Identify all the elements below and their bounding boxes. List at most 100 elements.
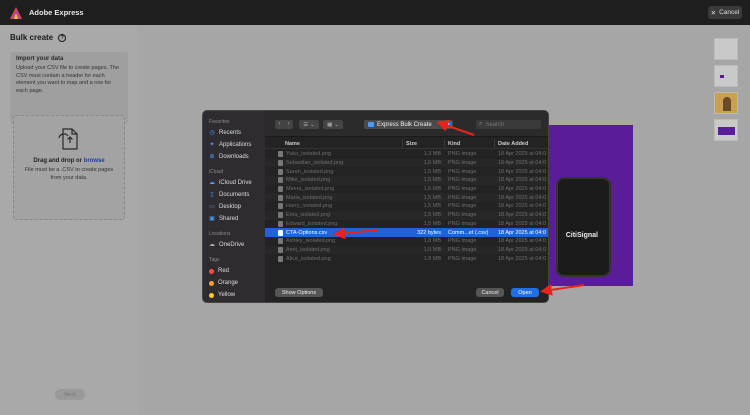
file-row[interactable]: Sebastian_isolated.png 1,6 MB PNG image 18 … <box>265 158 548 168</box>
file-date-added: 18 Apr 2025 at 04:0 <box>498 220 547 227</box>
sidebar-section-favorites: Favorites <box>209 119 230 125</box>
sidebar-tag-red[interactable]: Red <box>209 265 265 277</box>
file-row[interactable]: Yuko_isolated.png 1,3 MB PNG image 18 Apr 2… <box>265 150 548 159</box>
file-kind: PNG image <box>448 238 477 245</box>
file-size: 1,3 MB <box>423 151 441 158</box>
file-row[interactable]: Ashley_isolated.png 1,8 MB PNG image 18 Apr… <box>265 237 548 246</box>
file-row[interactable]: Mike_isolated.png 1,5 MB PNG image 18 Apr 2… <box>265 176 548 185</box>
file-size: 1,6 MB <box>423 186 441 193</box>
phone-graphic <box>556 177 611 277</box>
sidebar-item-recents[interactable]: ◷ Recents <box>209 127 265 139</box>
sidebar-item-label: Yellow <box>218 292 236 298</box>
drop-requirements: File must be a .CSV to create pages from… <box>24 167 114 181</box>
file-icon <box>278 203 283 210</box>
column-size[interactable]: Size <box>403 139 445 148</box>
grid-icon: ▦ <box>327 121 333 128</box>
tag-color-dot <box>209 280 214 286</box>
back-button[interactable]: ‹ <box>275 120 284 129</box>
search-field[interactable]: ⌕ <box>476 120 541 129</box>
file-size: 1,5 MB <box>423 194 441 201</box>
file-name-cell: Harry_isolated.png <box>265 203 403 210</box>
file-icon <box>278 160 283 167</box>
file-kind: PNG image <box>448 160 477 167</box>
file-row[interactable]: Ema_isolated.png 1,5 MB PNG image 18 Apr 20… <box>265 210 548 220</box>
open-button[interactable]: Open <box>511 288 539 297</box>
sidebar-item-icloud-drive[interactable]: ☁ iCloud Drive <box>209 177 265 189</box>
sidebar-tag-orange[interactable]: Orange <box>209 277 265 289</box>
sidebar-section-icloud: iCloud <box>209 169 224 175</box>
list-view-button[interactable]: ☰ ⌄ <box>299 120 319 129</box>
page-thumbnail[interactable] <box>714 119 738 141</box>
dialog-file-browser: ‹ › ☰⌄ ▦⌄ Express Bulk Create ⇕ ⌕ Name S… <box>265 111 548 302</box>
column-name[interactable]: Name <box>265 139 403 148</box>
adobe-express-logo-icon <box>10 6 22 19</box>
cancel-bulk-label: Cancel <box>719 9 740 16</box>
sidebar-item-downloads[interactable]: ⊕ Downloads <box>209 151 265 163</box>
browse-link[interactable]: browse <box>84 158 105 164</box>
help-icon[interactable]: ? <box>58 33 67 42</box>
gallery-view-button[interactable]: ▦ ⌄ <box>323 120 343 129</box>
dialog-toolbar: ‹ › ☰ ⌄ ▦ ⌄ Express Bulk Create ⇕ ⌕ <box>265 111 548 137</box>
file-row[interactable]: Alice_isolated.png 1,8 MB PNG image 18 Apr … <box>265 254 548 263</box>
file-open-dialog: Favorites ◷ Recents ✦ Applications ⊕ Downlo… <box>202 110 549 303</box>
file-name-cell: Mike_isolated.png <box>265 177 403 184</box>
location-dropdown[interactable]: Express Bulk Create ⇕ <box>364 120 453 129</box>
file-kind: PNG image <box>448 246 477 253</box>
file-icon <box>278 194 283 201</box>
drop-text: Drag and drop or <box>33 158 84 164</box>
file-name: Sebastian_isolated.png <box>286 160 344 167</box>
file-date-added: 18 Apr 2025 at 04:0 <box>498 160 547 167</box>
file-name: Maria_isolated.png <box>286 194 333 201</box>
sidebar-section-locations: Locations <box>209 231 231 237</box>
next-button[interactable]: Next <box>55 389 85 400</box>
file-row[interactable]: Harry_isolated.png 1,5 MB PNG image 18 Apr … <box>265 202 548 211</box>
file-kind: Comm...et (.csv) <box>448 229 489 236</box>
csv-drop-zone[interactable]: Drag and drop or browse File must be a .… <box>13 115 125 220</box>
file-size: 1,5 MB <box>423 177 441 184</box>
import-title: Import your data <box>16 56 64 62</box>
sidebar-tag-yellow[interactable]: Yellow <box>209 289 265 301</box>
cancel-bulk-button[interactable]: ✕ Cancel <box>708 6 742 19</box>
file-row[interactable]: Meera_isolated.png 1,6 MB PNG image 18 Apr … <box>265 185 548 194</box>
app-header: Adobe Express ✕ Cancel <box>0 0 750 25</box>
page-thumbnail[interactable] <box>714 38 738 60</box>
file-name: Amit_isolated.png <box>286 246 330 253</box>
file-row[interactable]: Amit_isolated.png 1,5 MB PNG image 18 Apr 2… <box>265 245 548 255</box>
show-options-button[interactable]: Show Options <box>275 288 323 297</box>
bulk-create-panel: Bulk create ? Import your data Upload yo… <box>0 25 138 415</box>
import-info: Import your data Upload your CSV file to… <box>10 52 128 124</box>
back-forward-buttons: ‹ › <box>275 120 293 129</box>
forward-button[interactable]: › <box>284 120 293 129</box>
file-icon <box>278 229 283 236</box>
list-icon: ☰ <box>303 121 309 128</box>
sidebar-item-desktop[interactable]: ▭ Desktop <box>209 201 265 213</box>
file-name-cell: Alice_isolated.png <box>265 255 403 262</box>
sidebar-item-shared[interactable]: ▣ Shared <box>209 213 265 225</box>
file-name-cell: Sarah_isolated.png <box>265 168 403 175</box>
page-thumbnail[interactable] <box>714 92 738 114</box>
updown-arrows-icon: ⇕ <box>445 121 452 128</box>
sidebar-item-documents[interactable]: ▯ Documents <box>209 189 265 201</box>
column-kind[interactable]: Kind <box>445 139 495 148</box>
file-date-added: 18 Apr 2025 at 04:0 <box>498 203 547 210</box>
file-name-cell: Meera_isolated.png <box>265 186 403 193</box>
sidebar-item-applications[interactable]: ✦ Applications <box>209 139 265 151</box>
desktop-icon: ▭ <box>209 204 215 210</box>
dialog-cancel-button[interactable]: Cancel <box>476 288 504 297</box>
folder-icon <box>368 122 374 127</box>
column-date-added[interactable]: Date Added <box>495 139 548 148</box>
file-size: 1,5 MB <box>423 220 441 227</box>
file-name: CTA-Options.csv <box>286 229 328 236</box>
file-row[interactable]: Maria_isolated.png 1,5 MB PNG image 18 Apr … <box>265 193 548 203</box>
sidebar-item-onedrive[interactable]: ☁ OneDrive <box>209 239 265 251</box>
file-name: Ema_isolated.png <box>286 212 331 219</box>
app-title: Adobe Express <box>29 8 84 17</box>
file-row[interactable]: Sarah_isolated.png 1,5 MB PNG image 18 Apr … <box>265 167 548 176</box>
file-row-selected[interactable]: CTA-Options.csv 322 bytes Comm...et (.csv)… <box>265 228 548 237</box>
sidebar-item-label: Desktop <box>219 204 242 210</box>
file-row[interactable]: Edward_isolated.png 1,5 MB PNG image 18 Apr… <box>265 220 548 229</box>
file-date-added: 18 Apr 2025 at 04:0 <box>498 151 547 158</box>
file-size: 1,5 MB <box>423 168 441 175</box>
search-input[interactable] <box>485 121 538 128</box>
page-thumbnail[interactable] <box>714 65 738 87</box>
